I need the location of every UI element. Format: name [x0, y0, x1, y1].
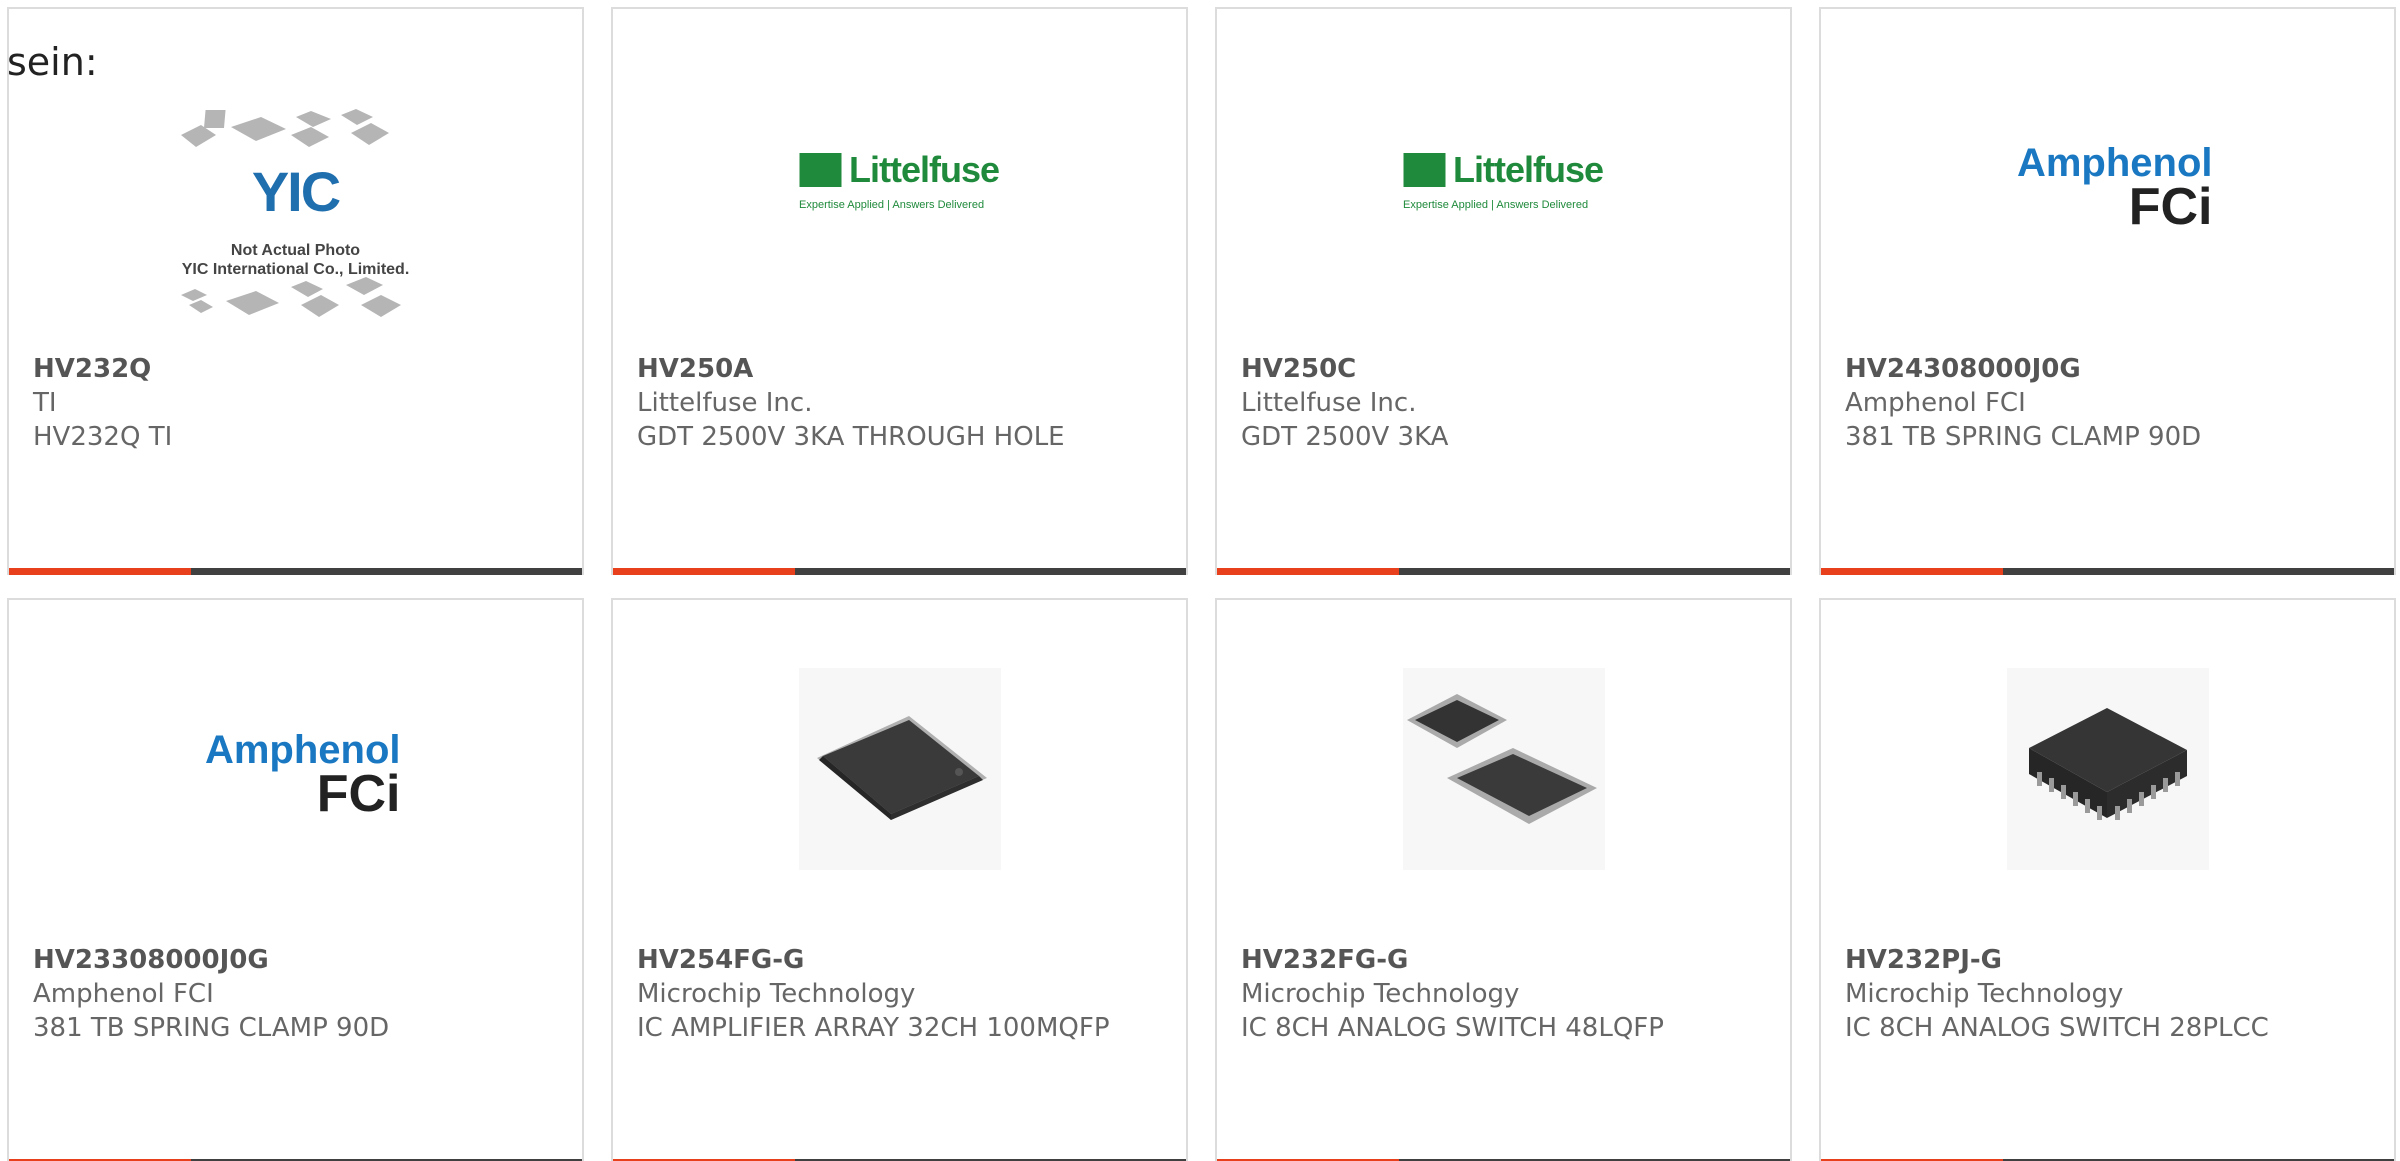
- product-info: HV254FG-G Microchip Technology IC AMPLIF…: [637, 943, 1162, 1045]
- plcc-chip-photo: [2006, 668, 2209, 870]
- part-number-link[interactable]: HV24308000J0G: [1845, 352, 2370, 386]
- card-footer-bar: [613, 568, 1186, 575]
- chip-placeholder-icon: [180, 109, 401, 317]
- description: IC AMPLIFIER ARRAY 32CH 100MQFP: [637, 1013, 1110, 1043]
- not-actual-photo-note: Not Actual Photo YIC International Co., …: [181, 242, 410, 278]
- fci-wordmark: FCi: [2128, 178, 2213, 236]
- product-image[interactable]: Amphenol FCi: [9, 600, 582, 935]
- chip-icon: [1406, 694, 1597, 824]
- product-card[interactable]: Littelfuse Expertise Applied | Answers D…: [1215, 7, 1792, 575]
- description: HV232Q TI: [33, 422, 173, 452]
- description: GDT 2500V 3KA: [1241, 422, 1449, 452]
- part-number-link[interactable]: HV254FG-G: [637, 943, 1162, 977]
- product-image[interactable]: Littelfuse Expertise Applied | Answers D…: [613, 9, 1186, 344]
- yic-placeholder-image: YIC Not Actual Photo YIC International C…: [161, 105, 431, 345]
- manufacturer: Microchip Technology: [637, 979, 916, 1009]
- section-heading: sein:: [7, 40, 98, 84]
- manufacturer: Microchip Technology: [1241, 979, 1520, 1009]
- manufacturer: Microchip Technology: [1845, 979, 2124, 1009]
- amphenol-fci-logo: Amphenol FCi: [191, 728, 401, 823]
- product-card[interactable]: Amphenol FCi HV24308000J0G Amphenol FCI …: [1819, 7, 2396, 575]
- product-image[interactable]: [613, 600, 1186, 935]
- description: IC 8CH ANALOG SWITCH 28PLCC: [1845, 1013, 2269, 1043]
- product-image[interactable]: [1217, 600, 1790, 935]
- product-info: HV250A Littelfuse Inc. GDT 2500V 3KA THR…: [637, 352, 1162, 454]
- mqfp-chip-photo: [798, 668, 1001, 870]
- littelfuse-wordmark: Littelfuse: [1453, 149, 1604, 190]
- chip-icon: [816, 716, 987, 820]
- littelfuse-mark-icon: [799, 153, 841, 187]
- manufacturer: Littelfuse Inc.: [1241, 388, 1417, 418]
- amphenol-fci-logo: Amphenol FCi: [2003, 141, 2213, 236]
- card-footer-bar: [1217, 568, 1790, 575]
- yic-logo-text: YIC: [251, 160, 341, 223]
- lqfp-chip-photo: [1402, 668, 1605, 870]
- card-footer-bar: [1821, 568, 2394, 575]
- littelfuse-logo: Littelfuse Expertise Applied | Answers D…: [797, 149, 1002, 219]
- accent-bar: [613, 568, 795, 575]
- description: GDT 2500V 3KA THROUGH HOLE: [637, 422, 1065, 452]
- product-card[interactable]: YIC Not Actual Photo YIC International C…: [7, 7, 584, 575]
- product-card[interactable]: Amphenol FCi HV23308000J0G Amphenol FCI …: [7, 598, 584, 1161]
- accent-bar: [1217, 568, 1399, 575]
- littelfuse-tagline: Expertise Applied | Answers Delivered: [1403, 199, 1589, 211]
- product-card[interactable]: Littelfuse Expertise Applied | Answers D…: [611, 7, 1188, 575]
- part-number-link[interactable]: HV250C: [1241, 352, 1766, 386]
- littelfuse-wordmark: Littelfuse: [849, 149, 1000, 190]
- product-card[interactable]: HV232PJ-G Microchip Technology IC 8CH AN…: [1819, 598, 2396, 1161]
- part-number-link[interactable]: HV232Q: [33, 352, 558, 386]
- littelfuse-mark-icon: [1403, 153, 1445, 187]
- fci-wordmark: FCi: [316, 765, 401, 823]
- product-card[interactable]: HV232FG-G Microchip Technology IC 8CH AN…: [1215, 598, 1792, 1161]
- part-number-link[interactable]: HV250A: [637, 352, 1162, 386]
- littelfuse-tagline: Expertise Applied | Answers Delivered: [799, 199, 985, 211]
- description: 381 TB SPRING CLAMP 90D: [33, 1013, 390, 1043]
- manufacturer: Amphenol FCI: [33, 979, 214, 1009]
- part-number-link[interactable]: HV232PJ-G: [1845, 943, 2370, 977]
- product-info: HV24308000J0G Amphenol FCI 381 TB SPRING…: [1845, 352, 2370, 454]
- product-grid-page: sein: YIC Not Actual Photo YIC Internati…: [0, 0, 2400, 1161]
- product-image[interactable]: Amphenol FCi: [1821, 9, 2394, 344]
- product-image[interactable]: Littelfuse Expertise Applied | Answers D…: [1217, 9, 1790, 344]
- manufacturer: TI: [33, 388, 57, 418]
- product-info: HV232Q TI HV232Q TI: [33, 352, 558, 454]
- manufacturer: Amphenol FCI: [1845, 388, 2026, 418]
- card-footer-bar: [9, 568, 582, 575]
- part-number-link[interactable]: HV23308000J0G: [33, 943, 558, 977]
- product-info: HV23308000J0G Amphenol FCI 381 TB SPRING…: [33, 943, 558, 1045]
- product-card[interactable]: HV254FG-G Microchip Technology IC AMPLIF…: [611, 598, 1188, 1161]
- chip-icon: [2028, 708, 2187, 820]
- product-info: HV250C Littelfuse Inc. GDT 2500V 3KA: [1241, 352, 1766, 454]
- manufacturer: Littelfuse Inc.: [637, 388, 813, 418]
- littelfuse-logo: Littelfuse Expertise Applied | Answers D…: [1401, 149, 1606, 219]
- product-info: HV232FG-G Microchip Technology IC 8CH AN…: [1241, 943, 1766, 1045]
- accent-bar: [1821, 568, 2003, 575]
- accent-bar: [9, 568, 191, 575]
- product-info: HV232PJ-G Microchip Technology IC 8CH AN…: [1845, 943, 2370, 1045]
- part-number-link[interactable]: HV232FG-G: [1241, 943, 1766, 977]
- description: 381 TB SPRING CLAMP 90D: [1845, 422, 2202, 452]
- description: IC 8CH ANALOG SWITCH 48LQFP: [1241, 1013, 1664, 1043]
- product-image[interactable]: [1821, 600, 2394, 935]
